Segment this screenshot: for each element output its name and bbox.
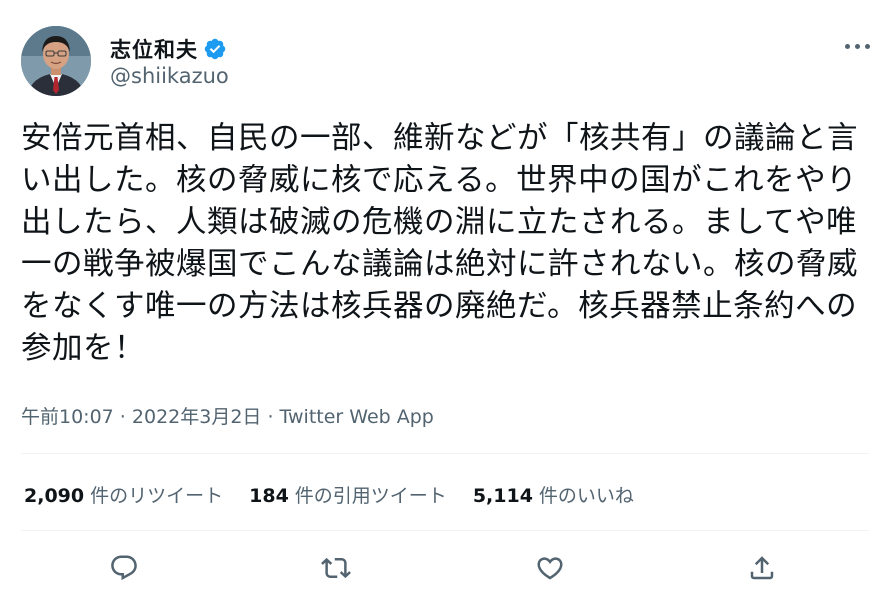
likes-count: 5,114: [472, 485, 533, 507]
retweets-count: 2,090: [24, 485, 85, 507]
like-button[interactable]: [530, 548, 570, 588]
avatar-photo: [21, 26, 91, 96]
share-button[interactable]: [742, 548, 782, 588]
reply-button[interactable]: [104, 548, 144, 588]
avatar[interactable]: [21, 26, 91, 96]
divider: [21, 530, 869, 531]
quotes-label: 件の引用ツイート: [294, 485, 447, 507]
tweet-time[interactable]: 午前10:07: [21, 406, 114, 428]
like-icon: [537, 557, 563, 580]
retweets-label: 件のリツイート: [90, 485, 224, 507]
likes-stat[interactable]: 5,114 件のいいね: [473, 481, 634, 508]
retweet-button[interactable]: [316, 548, 356, 588]
author-handle[interactable]: @shiikazuo: [110, 64, 229, 88]
action-bar: [0, 548, 889, 588]
tweet-meta: 午前10:07 · 2022年3月2日 · Twitter Web App: [21, 402, 434, 429]
more-options-icon[interactable]: [844, 40, 872, 52]
reply-icon: [111, 555, 137, 581]
divider: [21, 453, 869, 454]
quotes-stat[interactable]: 184 件の引用ツイート: [249, 481, 447, 508]
author-name-row[interactable]: 志位和夫: [110, 34, 227, 64]
meta-separator: ·: [261, 406, 280, 428]
verified-badge-icon: [204, 38, 226, 60]
tweet-date[interactable]: 2022年3月2日: [132, 406, 262, 428]
share-icon: [750, 556, 774, 580]
tweet-source[interactable]: Twitter Web App: [280, 406, 434, 428]
likes-label: 件のいいね: [538, 485, 634, 507]
meta-separator: ·: [113, 406, 132, 428]
retweet-icon: [321, 557, 351, 579]
tweet-text: 安倍元首相、自民の一部、維新などが「核共有」の議論と言い出した。核の脅威に核で応…: [21, 121, 858, 366]
quotes-count: 184: [249, 485, 289, 507]
tweet-stats: 2,090 件のリツイート 184 件の引用ツイート 5,114 件のいいね: [24, 481, 634, 508]
author-name[interactable]: 志位和夫: [110, 34, 198, 64]
retweets-stat[interactable]: 2,090 件のリツイート: [24, 481, 223, 508]
